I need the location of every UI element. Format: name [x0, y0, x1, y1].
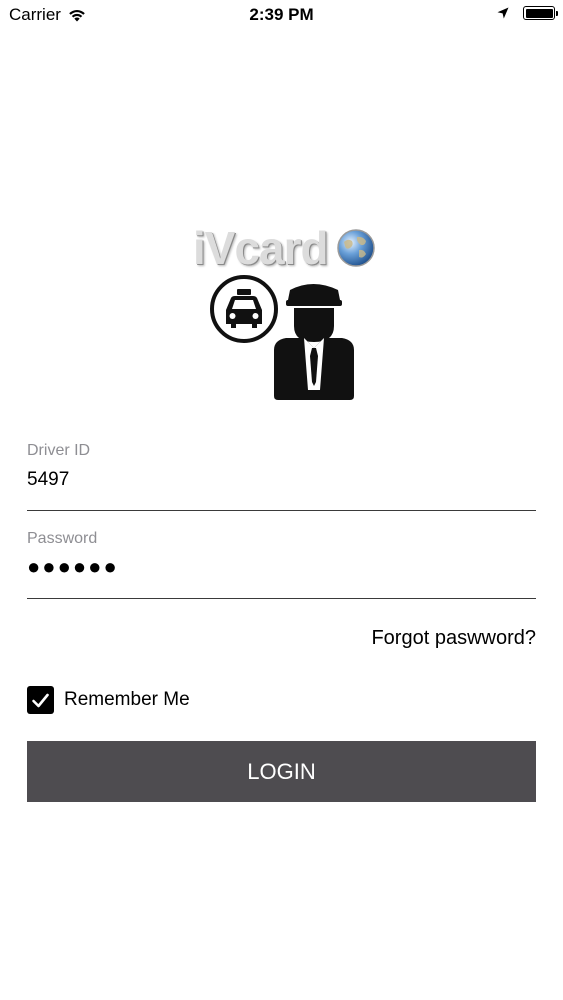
driver-id-label: Driver ID	[27, 442, 91, 459]
forgot-password-link[interactable]: Forgot paswword?	[371, 627, 536, 650]
status-time: 2:39 PM	[249, 5, 314, 24]
driver-icon	[274, 284, 354, 400]
remember-me-label: Remember Me	[64, 689, 190, 710]
remember-me-checkbox[interactable]	[27, 686, 54, 714]
checkmark-icon	[32, 693, 49, 707]
globe-icon	[337, 229, 375, 267]
battery-icon	[523, 6, 558, 20]
location-arrow-icon	[497, 7, 509, 19]
password-label: Password	[27, 530, 98, 547]
driver-id-input[interactable]: 5497	[27, 469, 536, 491]
password-field[interactable]: Password ●●●●●●	[27, 530, 536, 599]
logo-text: iVcard	[193, 222, 329, 274]
app-logo: iVcard	[188, 222, 380, 404]
status-right	[497, 6, 558, 20]
driver-id-field[interactable]: Driver ID 5497	[27, 442, 536, 511]
status-bar: Carrier 2:39 PM	[0, 0, 563, 30]
password-input[interactable]: ●●●●●●	[27, 554, 536, 580]
login-button[interactable]: LOGIN	[27, 741, 536, 802]
remember-me[interactable]: Remember Me	[27, 686, 190, 714]
